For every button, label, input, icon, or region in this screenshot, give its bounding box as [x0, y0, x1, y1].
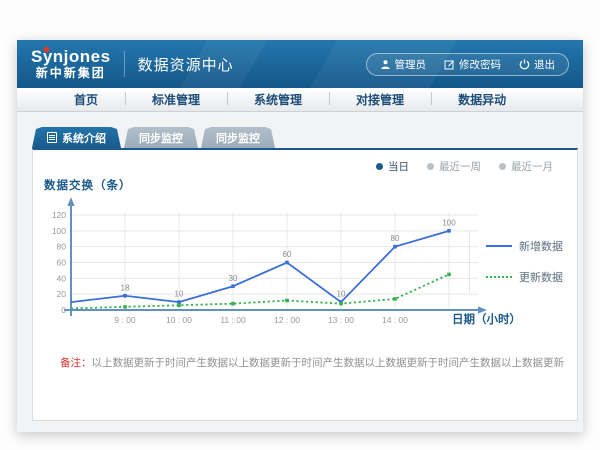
radio-label: 最近一月: [511, 159, 553, 174]
tab-bar: 系统介绍 同步监控 同步监控: [32, 127, 574, 148]
logout-icon: [519, 59, 530, 70]
x-axis-title: 日期（小时）: [452, 311, 521, 327]
user-icon: [380, 59, 391, 70]
legend-line-sample: [486, 276, 512, 278]
nav-item[interactable]: 系统管理: [227, 91, 329, 108]
tab-label: 同步监控: [216, 130, 260, 146]
svg-text:30: 30: [229, 274, 238, 283]
edit-icon: [444, 59, 455, 70]
user-menu-edit[interactable]: 修改密码: [435, 57, 510, 72]
document-icon: [47, 132, 57, 143]
app-window: Synjones 新中新集团 数据资源中心 管理员修改密码退出 首页标准管理系统…: [17, 40, 583, 432]
tab-item[interactable]: 系统介绍: [32, 127, 121, 148]
main-nav: 首页标准管理系统管理对接管理数据异动: [17, 88, 583, 112]
svg-text:0: 0: [61, 305, 66, 315]
nav-item[interactable]: 数据异动: [431, 91, 533, 108]
user-bar: 管理员 修改密码 退出: [366, 53, 570, 76]
radio-dot-icon: [376, 163, 383, 170]
line-chart: 0 20 40 60 80 100 120 9 : 00 10 : 00 11 : 00 12 : …: [41, 190, 511, 340]
user-menu-label: 修改密码: [459, 57, 501, 72]
svg-text:18: 18: [121, 283, 130, 292]
page-title: 数据资源中心: [138, 54, 234, 75]
legend-label: 新增数据: [519, 238, 563, 254]
svg-text:80: 80: [57, 242, 67, 252]
time-range-filter: 当日 最近一周 最近一月: [376, 159, 553, 174]
svg-text:100: 100: [52, 226, 66, 236]
svg-text:10: 10: [175, 290, 184, 299]
radio-label: 当日: [388, 159, 409, 174]
tab-item[interactable]: 同步监控: [201, 127, 275, 148]
chart-panel: 当日最近一周最近一月 数据交换（条） 0204060801001209 : 00…: [32, 148, 578, 421]
radio-dot-icon: [427, 163, 434, 170]
footnote: 备注：以上数据更新于时间产生数据以上数据更新于时间产生数据以上数据更新于时间产生…: [60, 355, 565, 370]
radio-label: 最近一周: [439, 159, 481, 174]
logo-text-cn: 新中新集团: [31, 67, 111, 80]
series-legend: 新增数据更新数据: [469, 230, 563, 293]
radio-option[interactable]: 当日: [376, 159, 409, 174]
svg-text:10: 10: [337, 290, 346, 299]
svg-text:100: 100: [442, 218, 456, 227]
user-menu-label: 管理员: [395, 57, 427, 72]
svg-text:11 : 00: 11 : 00: [220, 315, 246, 325]
legend-line-sample: [486, 245, 512, 247]
tab-label: 同步监控: [139, 130, 183, 146]
user-menu-user[interactable]: 管理员: [371, 57, 436, 72]
nav-item[interactable]: 标准管理: [125, 91, 227, 108]
nav-item[interactable]: 首页: [47, 91, 125, 108]
app-header: Synjones 新中新集团 数据资源中心 管理员 修改密码 退出: [17, 40, 583, 88]
svg-text:80: 80: [391, 234, 400, 243]
svg-text:40: 40: [57, 273, 67, 283]
svg-text:60: 60: [57, 258, 67, 268]
logo[interactable]: Synjones 新中新集团: [31, 48, 111, 80]
nav-item[interactable]: 对接管理: [329, 91, 431, 108]
tab-item[interactable]: 同步监控: [124, 127, 198, 148]
radio-option[interactable]: 最近一周: [427, 159, 481, 174]
header-divider: [124, 51, 125, 77]
footnote-text: 以上数据更新于时间产生数据以上数据更新于时间产生数据以上数据更新于时间产生数据以…: [92, 357, 566, 369]
user-menu-logout[interactable]: 退出: [510, 57, 564, 72]
logo-text-en: Synjones: [31, 48, 111, 67]
legend-item[interactable]: 新增数据: [486, 238, 563, 254]
svg-text:12 : 00: 12 : 00: [274, 315, 300, 325]
svg-text:120: 120: [52, 210, 66, 220]
legend-item[interactable]: 更新数据: [486, 269, 563, 285]
content-area: 系统介绍同步监控同步监控 当日最近一周最近一月 数据交换（条） 02040608…: [17, 112, 583, 421]
legend-label: 更新数据: [519, 269, 563, 285]
radio-option[interactable]: 最近一月: [499, 159, 553, 174]
svg-text:10 : 00: 10 : 00: [166, 315, 192, 325]
page: Synjones 新中新集团 数据资源中心 管理员修改密码退出 首页标准管理系统…: [0, 0, 600, 450]
svg-text:9 : 00: 9 : 00: [114, 315, 136, 325]
footnote-label: 备注：: [60, 357, 92, 369]
svg-text:13 : 00: 13 : 00: [328, 315, 354, 325]
chart-area: 0 20 40 60 80 100 120 9 : 00 10 : 00 11 : 00 12 : …: [41, 190, 511, 340]
svg-text:20: 20: [57, 289, 67, 299]
svg-text:60: 60: [283, 250, 292, 259]
user-menu-label: 退出: [534, 57, 555, 72]
tab-label: 系统介绍: [62, 130, 106, 146]
radio-dot-icon: [499, 163, 506, 170]
svg-text:14 : 00: 14 : 00: [382, 315, 408, 325]
